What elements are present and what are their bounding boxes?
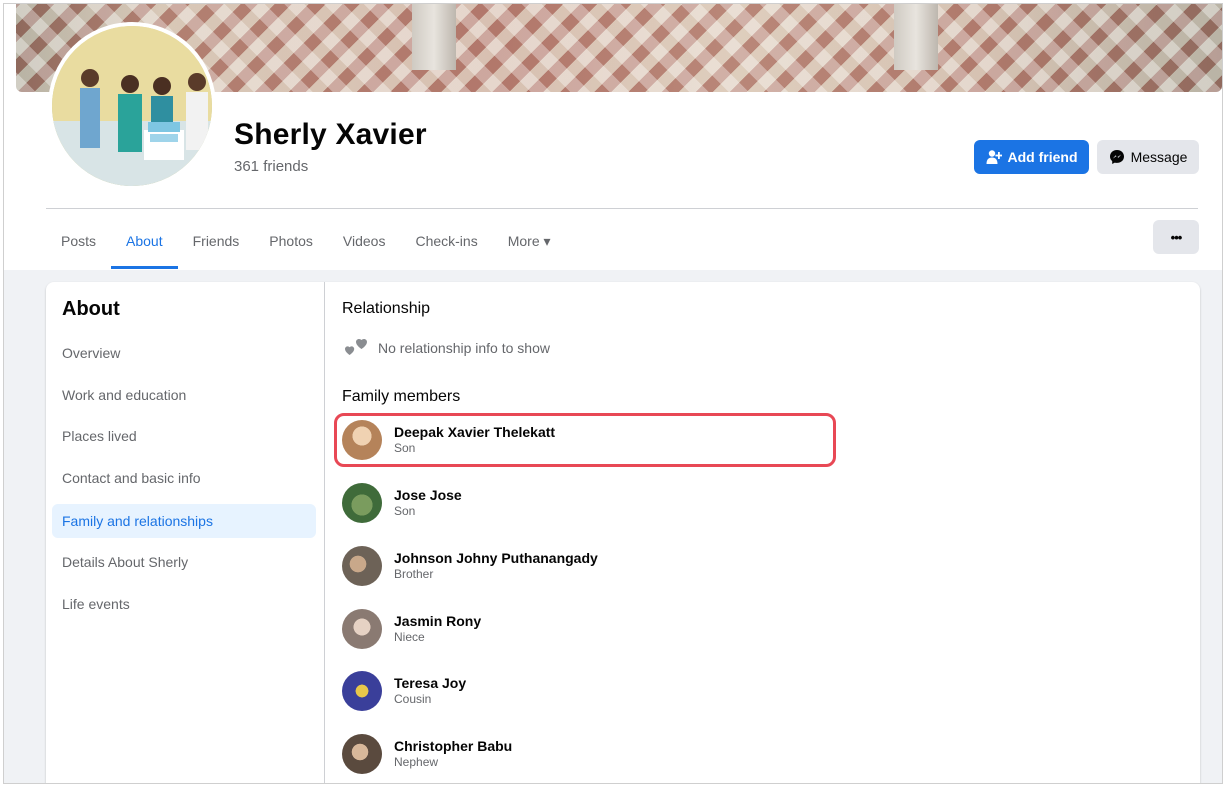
member-relation: Nephew (394, 755, 439, 769)
add-friend-icon (986, 150, 1002, 164)
avatar[interactable] (342, 609, 382, 649)
tab-posts[interactable]: Posts (46, 224, 111, 258)
profile-header: Sherly Xavier 361 friends Add friend Mes… (4, 4, 1222, 270)
member-text: Christopher Babu Nephew (394, 738, 512, 770)
add-friend-button[interactable]: Add friend (974, 140, 1089, 174)
family-member[interactable]: Jose Jose Son (342, 480, 822, 526)
about-nav-places-lived[interactable]: Places lived (52, 419, 316, 453)
messenger-icon (1109, 150, 1124, 164)
family-member[interactable]: Christopher Babu Nephew (342, 731, 822, 777)
hearts-icon (345, 338, 367, 355)
about-nav-life-events[interactable]: Life events (52, 587, 316, 621)
tab-photos[interactable]: Photos (254, 224, 328, 258)
member-name[interactable]: Johnson Johny Puthanangady (394, 550, 598, 567)
member-relation: Son (394, 504, 416, 518)
member-name[interactable]: Teresa Joy (394, 675, 466, 692)
message-button[interactable]: Message (1097, 140, 1199, 174)
avatar[interactable] (342, 546, 382, 586)
about-nav-contact-info[interactable]: Contact and basic info (52, 461, 316, 495)
cover-pillar-left (412, 4, 456, 70)
about-title: About (62, 298, 120, 320)
family-member[interactable]: Johnson Johny Puthanangady Brother (342, 543, 822, 589)
header-divider (46, 208, 1198, 209)
avatar[interactable] (342, 671, 382, 711)
profile-picture[interactable] (48, 22, 216, 190)
member-text: Jose Jose Son (394, 487, 462, 519)
friends-count[interactable]: 361 friends (234, 158, 308, 175)
member-relation: Son (394, 441, 416, 455)
about-nav-overview[interactable]: Overview (52, 336, 316, 370)
cover-pillar-right (894, 4, 938, 70)
about-nav-family-and-relationships[interactable]: Family and relationships (52, 504, 316, 538)
about-card: About Overview Work and education Places… (46, 282, 1200, 783)
profile-tabs: Posts About Friends Photos Videos Check-… (46, 224, 566, 270)
tab-check-ins[interactable]: Check-ins (400, 224, 492, 258)
member-text: Johnson Johny Puthanangady Brother (394, 550, 598, 582)
profile-page: Sherly Xavier 361 friends Add friend Mes… (3, 3, 1223, 784)
family-member[interactable]: Teresa Joy Cousin (342, 668, 822, 714)
family-member[interactable]: Jasmin Rony Niece (342, 606, 822, 652)
message-label: Message (1130, 149, 1188, 165)
ellipsis-icon: ••• (1170, 229, 1183, 245)
tab-friends[interactable]: Friends (178, 224, 255, 258)
member-text: Deepak Xavier Thelekatt Son (394, 424, 555, 456)
more-options-button[interactable]: ••• (1153, 220, 1199, 254)
profile-name: Sherly Xavier (234, 118, 427, 151)
tab-videos[interactable]: Videos (328, 224, 401, 258)
avatar[interactable] (342, 734, 382, 774)
avatar[interactable] (342, 420, 382, 460)
tab-more[interactable]: More ▾ (493, 224, 566, 258)
member-relation: Cousin (394, 692, 432, 706)
member-relation: Niece (394, 630, 425, 644)
profile-picture-image (52, 26, 212, 186)
no-relationship-text: No relationship info to show (378, 340, 550, 356)
member-text: Jasmin Rony Niece (394, 613, 481, 645)
family-member[interactable]: Deepak Xavier Thelekatt Son (342, 417, 822, 463)
member-name[interactable]: Jasmin Rony (394, 613, 481, 630)
family-members-title: Family members (342, 388, 461, 405)
relationship-title: Relationship (342, 300, 431, 317)
member-name[interactable]: Deepak Xavier Thelekatt (394, 424, 555, 441)
member-name[interactable]: Christopher Babu (394, 738, 512, 755)
tab-about[interactable]: About (111, 224, 178, 269)
member-name[interactable]: Jose Jose (394, 487, 462, 504)
member-text: Teresa Joy Cousin (394, 675, 466, 707)
about-sidebar: About Overview Work and education Places… (46, 282, 325, 783)
about-nav-work-and-education[interactable]: Work and education (52, 378, 316, 412)
about-nav-details[interactable]: Details About Sherly (52, 545, 316, 579)
no-relationship-row: No relationship info to show (342, 336, 550, 360)
add-friend-label: Add friend (1007, 149, 1078, 165)
avatar[interactable] (342, 483, 382, 523)
member-relation: Brother (394, 567, 434, 581)
